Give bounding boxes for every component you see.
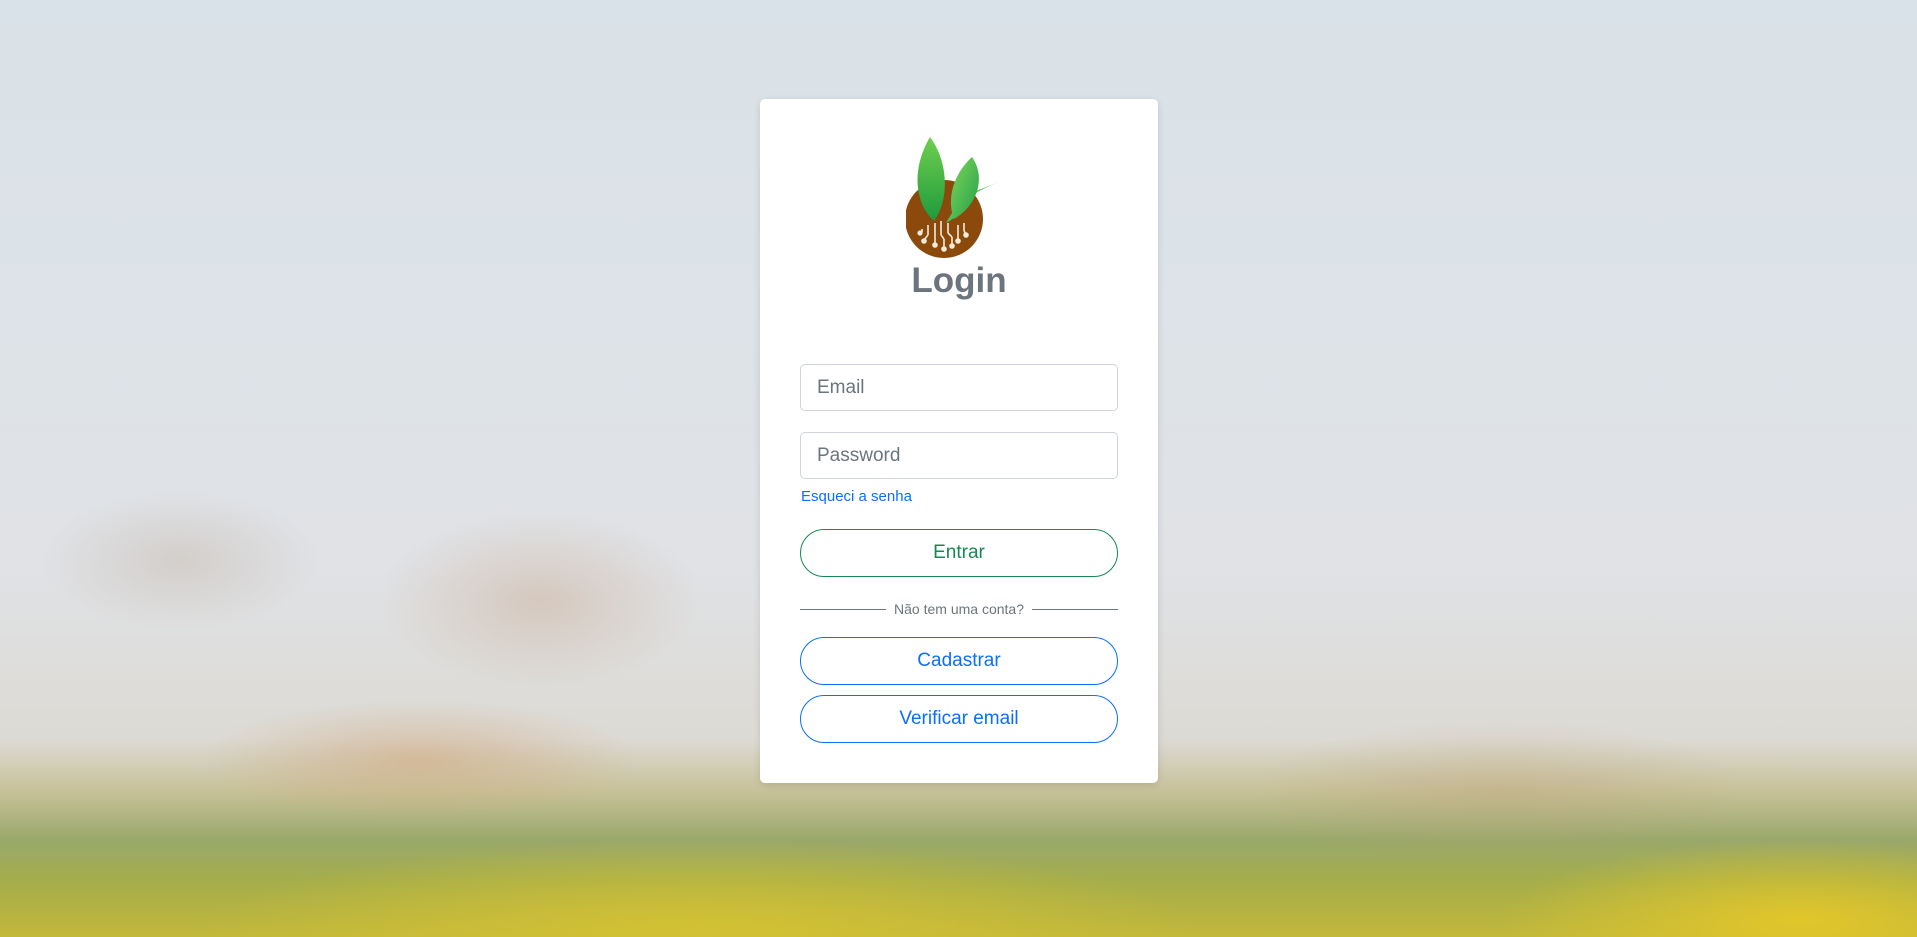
login-card: Login Esqueci a senha Entrar Não tem uma…	[760, 99, 1158, 783]
signup-divider: Não tem uma conta?	[800, 599, 1118, 619]
password-field[interactable]	[800, 432, 1118, 479]
divider-text: Não tem uma conta?	[894, 601, 1024, 617]
email-field[interactable]	[800, 364, 1118, 411]
divider-line-left	[800, 608, 887, 610]
divider-line-right	[1031, 608, 1118, 610]
plant-circuit-logo-icon	[906, 137, 999, 258]
login-button[interactable]: Entrar	[800, 529, 1118, 577]
forgot-password-link[interactable]: Esqueci a senha	[801, 488, 912, 505]
verify-email-button[interactable]: Verificar email	[800, 695, 1118, 743]
signup-button[interactable]: Cadastrar	[800, 637, 1118, 685]
page-title: Login	[911, 261, 1007, 300]
